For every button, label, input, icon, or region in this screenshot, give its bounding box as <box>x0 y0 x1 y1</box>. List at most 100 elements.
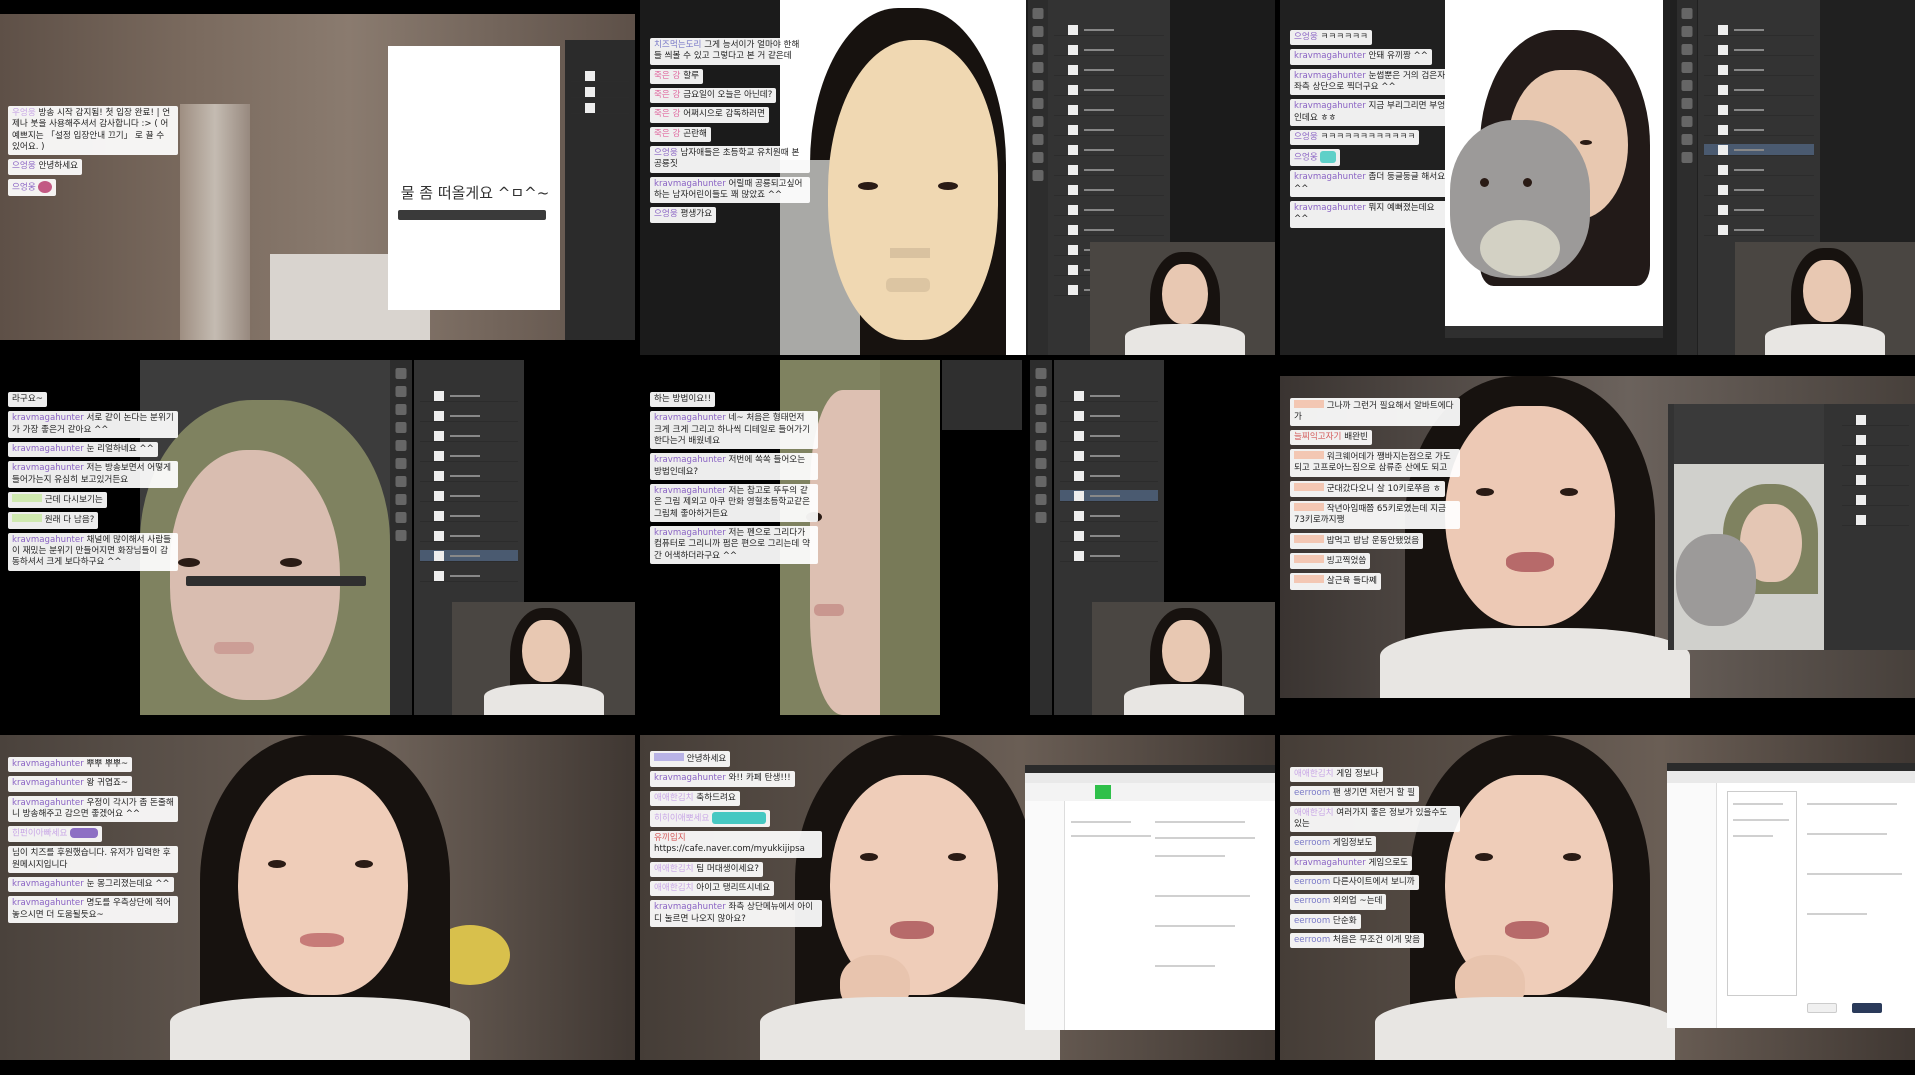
chat-message: 늘찌익고자기 배완빈 <box>1290 429 1372 446</box>
cat-right-eye <box>1523 178 1532 187</box>
thumbnail-8[interactable]: 안녕하세요 kravmagahunter 와!! 카페 탄생!!! 애애한김치 … <box>640 735 1275 1060</box>
chat-message: kravmagahunter 지금 부리그리면 부엉인데요 ㅎㅎ <box>1290 99 1450 127</box>
webcam-overlay <box>1735 242 1915 355</box>
illustration-face <box>828 40 998 340</box>
illustration-face <box>170 450 340 700</box>
chat-message: kravmagahunter 명도를 우측상단에 적어놓으시면 더 도움될듯요~ <box>8 896 178 923</box>
chat-message: kravmagahunter 좀더 둥글둥글 해서요 ^^ <box>1290 170 1450 197</box>
browser-screen-share <box>1667 763 1915 1028</box>
easel <box>180 104 250 340</box>
right-eye <box>938 182 958 190</box>
chat-message: kravmagahunter 어릴때 공룡되고싶어하는 남자어린이들도 꽤 많았… <box>650 176 810 204</box>
chat-overlay: 치즈먹는도리 그게 능서이가 얼마야 한해들 씌볼 수 있고 그렇다고 본 거 … <box>650 38 810 223</box>
chat-message: kravmagahunter 게임으로도 <box>1290 855 1413 872</box>
emoji-sticker-icon <box>712 812 767 825</box>
chat-message: 히히이애뽀세요 <box>650 810 771 827</box>
chat-message: eerroom 단순화 <box>1290 913 1361 930</box>
left-eye <box>858 182 878 190</box>
chat-message: kravmagahunter 뿌뿌 뿌뿌~ <box>8 757 133 773</box>
chat-overlay: 라구요~ kravmagahunter 서로 같이 논다는 분위기가 가장 좋은… <box>8 392 178 571</box>
streamer-face <box>238 775 408 995</box>
webcam-overlay <box>1090 242 1275 355</box>
streamer-mouth <box>1505 921 1549 939</box>
streamer-right-eye <box>355 860 373 868</box>
chat-message: kravmagahunter 채널에 많이해서 사람들이 재밌는 분위기 만들어… <box>8 532 178 571</box>
chat-message: 죽은 강 곤란해 <box>650 126 711 143</box>
chat-message: eerroom 게임정보도 <box>1290 836 1377 852</box>
thumbnail-9[interactable]: 애애한김치 게임 정보나 eerroom 팬 생기면 저런거 할 필 애애한김치… <box>1280 735 1915 1060</box>
heart-sticker-icon <box>38 180 53 193</box>
illustration-hair-front <box>880 360 940 715</box>
chat-message: 죽은 강 할루 <box>650 68 704 85</box>
thumbnail-1[interactable]: 물 좀 떠올게요 ^ㅁ^~ 우엉웅 방송 시작 감지됨! 첫 입장 완료! | … <box>0 14 635 340</box>
chat-message: 님이 치즈를 후원했습니다. 유저가 입력한 후원메시지입니다 <box>8 846 178 873</box>
chat-message: kravmagahunter 저번에 쏙쏙 들어오는 방법인데요? <box>650 453 818 481</box>
chat-message: 애애한김치 팀 머대생이세요? <box>650 861 763 877</box>
chat-message: 으엉웅 <box>1290 149 1341 167</box>
chat-overlay: 으엉웅 ㅋㅋㅋㅋㅋㅋ kravmagahunter 안돼 유끼짱 ^^ krav… <box>1290 30 1450 228</box>
canvas-text: 물 좀 떠올게요 ^ㅁ^~ <box>400 184 550 202</box>
streamer-face <box>1445 406 1615 626</box>
streamer-mouth <box>1506 552 1554 572</box>
chat-message: 으엉웅 ㅋㅋㅋㅋㅋㅋㅋㅋㅋㅋㅋㅋ <box>1290 130 1420 146</box>
chat-message: kravmagahunter 눈 리얼하네요 ^^ <box>8 442 158 458</box>
chat-message: 으엉웅 <box>8 178 57 196</box>
chat-message: kravmagahunter 안돼 유끼짱 ^^ <box>1290 49 1432 65</box>
chat-overlay: 안녕하세요 kravmagahunter 와!! 카페 탄생!!! 애애한김치 … <box>650 751 822 927</box>
photoshop-panels <box>565 40 635 340</box>
streamer-left-eye <box>1476 488 1494 496</box>
chat-message: eerroom 다른사이트에서 보니까 <box>1290 875 1419 891</box>
streamer-shirt <box>760 997 1060 1060</box>
thumbnail-6[interactable]: 그나까 그런거 필요해서 알바트에다가 늘찌익고자기 배완빈 워크웨어데가 쨍바… <box>1280 376 1915 698</box>
emoji-sticker-icon <box>70 828 99 839</box>
chat-message: 애애한김치 아이고 탱리뜨시네요 <box>650 880 775 897</box>
chat-message: kravmagahunter 눈썹뿐은 거의 검은자 좌측 상단으로 찍더구요 … <box>1290 68 1450 96</box>
chat-message: 작년아임때쯤 65키로였는데 지금 73키로까지쨍 <box>1290 501 1460 529</box>
illustration-cat-chest <box>1480 220 1560 276</box>
illustration-lip <box>214 642 254 654</box>
chat-message: kravmagahunter 좌측 상단메뉴에서 아이디 눌르면 나오지 않아요… <box>650 900 822 927</box>
chat-message: eerroom 팬 생기면 저런거 할 필 <box>1290 786 1420 802</box>
thumbnail-4[interactable]: 라구요~ kravmagahunter 서로 같이 논다는 분위기가 가장 좋은… <box>0 360 635 715</box>
photoshop-toolbar <box>1677 0 1697 355</box>
chat-message: 군대갔다오니 살 10키로쭈음 ㅎ <box>1290 480 1445 498</box>
thumbnail-7[interactable]: kravmagahunter 뿌뿌 뿌뿌~ kravmagahunter 왕 귀… <box>0 735 635 1060</box>
thumbnail-5[interactable]: 하는 방법이요!! kravmagahunter 네~ 처음은 형태먼저 크게 … <box>640 360 1275 715</box>
chat-message: kravmagahunter 뭐지 예뻐졌는데요 ^^ <box>1290 200 1450 228</box>
streamer-mouth <box>890 921 934 939</box>
chat-message: eerroom 외외업 ~는데 <box>1290 894 1387 910</box>
left-eye <box>178 558 200 567</box>
chat-message: 빙고찍었씀 <box>1290 553 1371 570</box>
thumbnail-3[interactable]: 으엉웅 ㅋㅋㅋㅋㅋㅋ kravmagahunter 안돼 유끼짱 ^^ krav… <box>1280 0 1915 355</box>
chat-message: 으엉웅 남자애들은 초등학교 유치원때 본 공룡짓 <box>650 146 810 173</box>
chat-overlay: 하는 방법이요!! kravmagahunter 네~ 처음은 형태먼저 크게 … <box>650 392 818 565</box>
chat-message: kravmagahunter 저는 펜으로 그리다가 컴퓨터로 그리니까 펌은 … <box>650 526 818 565</box>
streamer-shirt <box>1375 997 1675 1060</box>
browser-screen-share <box>1025 765 1275 1030</box>
canvas-document <box>388 46 560 310</box>
streamer-mouth <box>300 933 344 947</box>
chat-message: 밥먹고 밥남 운동안됐었음 <box>1290 532 1424 550</box>
illustration-lip <box>814 604 844 616</box>
stream-thumbnail-grid: 물 좀 떠올게요 ^ㅁ^~ 우엉웅 방송 시작 감지됨! 첫 입장 완료! | … <box>0 0 1915 1075</box>
streamer-left-eye <box>860 853 878 861</box>
chat-message: 유끼입지 https://cafe.naver.com/myukkijipsa <box>650 830 822 858</box>
illustration-nose-shadow <box>890 248 930 258</box>
right-eye <box>1580 140 1592 145</box>
photoshop-toolbar <box>1028 0 1048 355</box>
photoshop-toolbar <box>1030 360 1052 715</box>
chat-message: kravmagahunter 우정이 각시가 좀 돈줄해니 방송해주고 감으면 … <box>8 795 178 823</box>
chat-message: kravmagahunter 눈 몽그리졌는데요 ^^ <box>8 876 174 893</box>
streamer-left-eye <box>268 860 286 868</box>
chat-message: 원래 다 남음? <box>8 512 99 529</box>
chat-message: 애애한김치 게임 정보나 <box>1290 767 1383 783</box>
tool-menu-popup <box>942 360 1022 430</box>
chat-message: 라구요~ <box>8 392 47 408</box>
chat-message: 힌펀이아빠세요 <box>8 826 103 843</box>
photoshop-toolbar <box>390 360 412 715</box>
sticker-icon <box>1320 151 1337 164</box>
chat-message: 근데 다시보기는 <box>8 492 107 509</box>
thumbnail-2[interactable]: 치즈먹는도리 그게 능서이가 얼마야 한해들 씌볼 수 있고 그렇다고 본 거 … <box>640 0 1275 355</box>
cat-left-eye <box>1480 178 1489 187</box>
streamer-right-eye <box>1560 488 1578 496</box>
